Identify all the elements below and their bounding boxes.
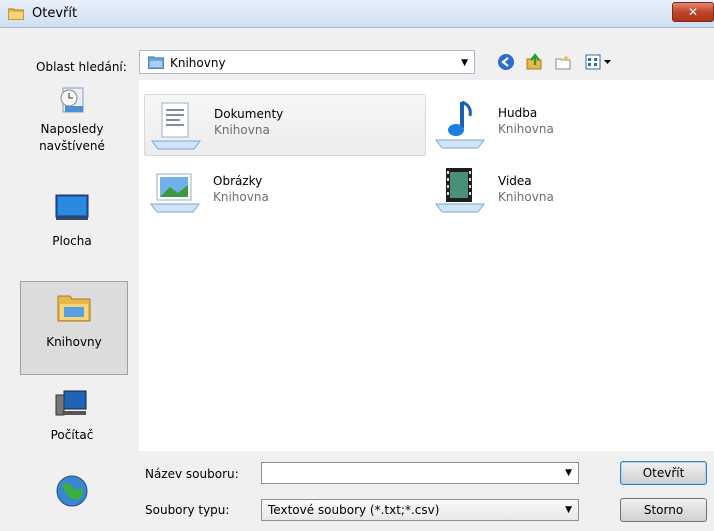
- libraries-icon: [57, 295, 91, 322]
- look-in-value: Knihovny: [170, 56, 226, 70]
- library-item-name: Obrázky: [213, 174, 263, 188]
- filetype-label: Soubory typu:: [145, 503, 230, 517]
- window-title: Otevřít: [32, 6, 78, 21]
- place-desktop[interactable]: Plocha: [17, 187, 127, 259]
- library-item-type: Knihovna: [498, 122, 554, 136]
- library-item-type: Knihovna: [213, 190, 269, 204]
- library-icon: [148, 56, 164, 69]
- title-bar: Otevřít ✕: [0, 0, 714, 28]
- filename-label: Název souboru:: [145, 467, 239, 481]
- folder-icon: [8, 8, 24, 20]
- close-button[interactable]: ✕: [672, 2, 714, 22]
- place-network[interactable]: [17, 469, 127, 519]
- library-item-name: Hudba: [498, 106, 538, 120]
- filetype-select[interactable]: Textové soubory (*.txt;*.csv) ▼: [261, 499, 579, 521]
- network-icon: [56, 475, 88, 507]
- library-item-documents[interactable]: Dokumenty Knihovna: [144, 94, 426, 156]
- pictures-library-icon: [150, 173, 200, 213]
- place-libraries-label: Knihovny: [46, 335, 102, 349]
- place-recent[interactable]: Naposledy navštívené: [17, 82, 127, 174]
- library-item-music[interactable]: Hudba Knihovna: [429, 94, 711, 156]
- chevron-down-icon: ▼: [565, 505, 572, 515]
- computer-icon: [55, 390, 87, 416]
- filename-input[interactable]: ▼: [261, 462, 579, 484]
- up-folder-icon[interactable]: [524, 52, 544, 72]
- place-recent-label: Naposledy navštívené: [39, 122, 105, 153]
- library-item-name: Dokumenty: [214, 107, 284, 121]
- library-item-pictures[interactable]: Obrázky Knihovna: [144, 162, 426, 224]
- chevron-down-icon: ▼: [461, 58, 468, 68]
- recent-places-icon: [60, 87, 84, 113]
- view-menu-icon[interactable]: [584, 52, 614, 72]
- videos-library-icon: [435, 168, 485, 213]
- back-icon[interactable]: [496, 52, 516, 72]
- file-list[interactable]: Dokumenty Knihovna Hudba Knihovna Obrázk…: [139, 80, 714, 451]
- filetype-value: Textové soubory (*.txt;*.csv): [268, 503, 440, 517]
- library-item-name: Videa: [498, 174, 532, 188]
- look-in-label: Oblast hledání:: [36, 60, 127, 74]
- place-computer[interactable]: Počítač: [17, 383, 127, 461]
- look-in-combo[interactable]: Knihovny ▼: [139, 50, 475, 74]
- library-item-videos[interactable]: Videa Knihovna: [429, 162, 711, 224]
- chevron-down-icon[interactable]: ▼: [565, 468, 572, 478]
- library-item-type: Knihovna: [214, 123, 270, 137]
- place-computer-label: Počítač: [50, 428, 94, 442]
- new-folder-icon[interactable]: [553, 52, 573, 72]
- desktop-icon: [55, 194, 89, 220]
- open-button[interactable]: Otevřít: [620, 461, 707, 485]
- documents-library-icon: [151, 102, 201, 150]
- place-desktop-label: Plocha: [52, 234, 92, 248]
- library-item-type: Knihovna: [498, 190, 554, 204]
- place-libraries[interactable]: Knihovny: [20, 281, 128, 375]
- music-library-icon: [435, 100, 485, 149]
- places-bar: Naposledy navštívené Plocha Knihovny Poč…: [15, 79, 132, 531]
- cancel-button[interactable]: Storno: [620, 498, 707, 522]
